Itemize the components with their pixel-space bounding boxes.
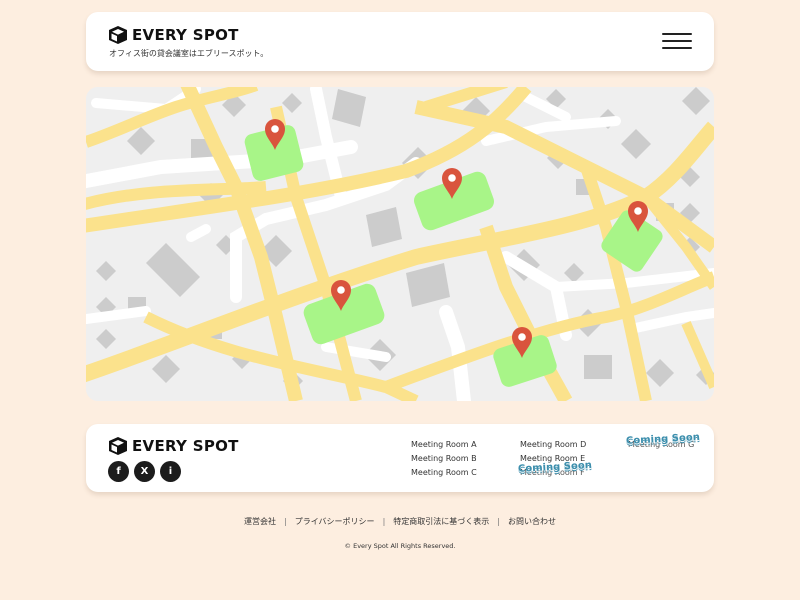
room-link-a[interactable]: Meeting Room A [411, 440, 477, 449]
room-link-b[interactable]: Meeting Room B [411, 454, 477, 463]
social-links: f X i [108, 461, 181, 482]
menu-line [662, 40, 692, 42]
header-brand-name: EVERY SPOT [132, 25, 239, 44]
room-link-c[interactable]: Meeting Room C [411, 468, 477, 477]
footer-card: EVERY SPOT f X i Meeting Room A Meeting … [86, 424, 714, 492]
company-link[interactable]: 運営会社 [244, 516, 276, 527]
cube-logo-icon [109, 26, 127, 44]
contact-link[interactable]: お問い合わせ [508, 516, 556, 527]
map-area[interactable] [86, 87, 714, 401]
link-separator: | [382, 517, 386, 526]
footer-logo[interactable]: EVERY SPOT [108, 436, 239, 456]
menu-line [662, 33, 692, 35]
facebook-icon[interactable]: f [108, 461, 129, 482]
header-tagline: オフィス街の貸会議室はエブリースポット。 [109, 49, 269, 58]
footer-links: 運営会社 | プライバシーポリシー | 特定商取引法に基づく表示 | お問い合わ… [0, 516, 800, 527]
link-separator: | [497, 517, 500, 526]
x-icon[interactable]: X [134, 461, 155, 482]
header-logo[interactable]: EVERY SPOT [108, 25, 239, 45]
instagram-icon[interactable]: i [160, 461, 181, 482]
privacy-policy-link[interactable]: プライバシーポリシー [295, 516, 375, 527]
site-header: EVERY SPOT オフィス街の貸会議室はエブリースポット。 [86, 12, 714, 71]
menu-line [662, 47, 692, 49]
link-separator: | [284, 517, 287, 526]
map-illustration [86, 87, 714, 401]
room-link-d[interactable]: Meeting Room D [520, 440, 586, 449]
footer-brand-name: EVERY SPOT [132, 436, 239, 455]
copyright-text: © Every Spot All Rights Reserved. [344, 542, 456, 550]
cube-logo-icon [109, 437, 127, 455]
hamburger-menu-icon[interactable] [662, 31, 692, 51]
commercial-law-link[interactable]: 特定商取引法に基づく表示 [393, 516, 489, 527]
